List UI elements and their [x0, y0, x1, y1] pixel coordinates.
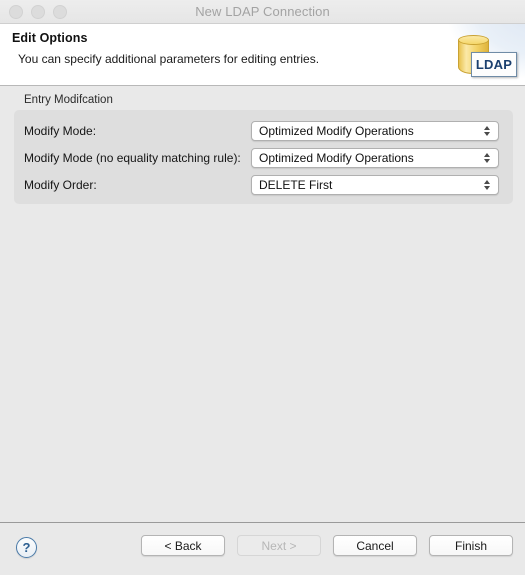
select-modify-mode[interactable]: Optimized Modify Operations: [251, 121, 499, 141]
chevron-up-down-icon: [478, 153, 495, 163]
select-modify-mode-value: Optimized Modify Operations: [259, 124, 414, 138]
wizard-footer: ? < Back Next > Cancel Finish: [0, 522, 525, 575]
entry-modification-group: Entry Modifcation Modify Mode: Optimized…: [14, 94, 513, 204]
help-icon[interactable]: ?: [16, 537, 37, 558]
zoom-button-icon[interactable]: [53, 4, 67, 19]
wizard-button-bar: < Back Next > Cancel Finish: [141, 535, 513, 556]
select-modify-mode-no-equality[interactable]: Optimized Modify Operations: [251, 148, 499, 168]
title-bar: New LDAP Connection: [0, 0, 525, 24]
label-modify-order: Modify Order:: [24, 178, 97, 192]
label-modify-mode: Modify Mode:: [24, 124, 97, 138]
database-cylinder-top: [458, 35, 489, 45]
ldap-database-icon: LDAP: [445, 24, 525, 85]
minimize-button-icon[interactable]: [31, 4, 45, 19]
group-box: Modify Mode: Optimized Modify Operations…: [14, 110, 513, 204]
next-button: Next >: [237, 535, 321, 556]
back-button[interactable]: < Back: [141, 535, 225, 556]
group-label: Entry Modifcation: [24, 94, 113, 106]
form-row-modify-mode-no-equality: Modify Mode (no equality matching rule):…: [14, 147, 513, 169]
finish-button[interactable]: Finish: [429, 535, 513, 556]
chevron-up-down-icon: [478, 180, 495, 190]
select-modify-order[interactable]: DELETE First: [251, 175, 499, 195]
cancel-button[interactable]: Cancel: [333, 535, 417, 556]
select-modify-order-value: DELETE First: [259, 178, 333, 192]
form-row-modify-mode: Modify Mode: Optimized Modify Operations: [14, 120, 513, 142]
close-button-icon[interactable]: [9, 4, 23, 19]
window-controls: [9, 4, 67, 19]
ldap-badge-label: LDAP: [471, 52, 517, 77]
new-ldap-connection-window: New LDAP Connection Edit Options You can…: [0, 0, 525, 575]
window-title: New LDAP Connection: [195, 4, 330, 19]
label-modify-mode-no-equality: Modify Mode (no equality matching rule):: [24, 151, 241, 165]
chevron-up-down-icon: [478, 126, 495, 136]
select-modify-mode-no-equality-value: Optimized Modify Operations: [259, 151, 414, 165]
form-row-modify-order: Modify Order: DELETE First: [14, 174, 513, 196]
wizard-content: Entry Modifcation Modify Mode: Optimized…: [0, 86, 525, 522]
wizard-header: Edit Options You can specify additional …: [0, 24, 525, 86]
